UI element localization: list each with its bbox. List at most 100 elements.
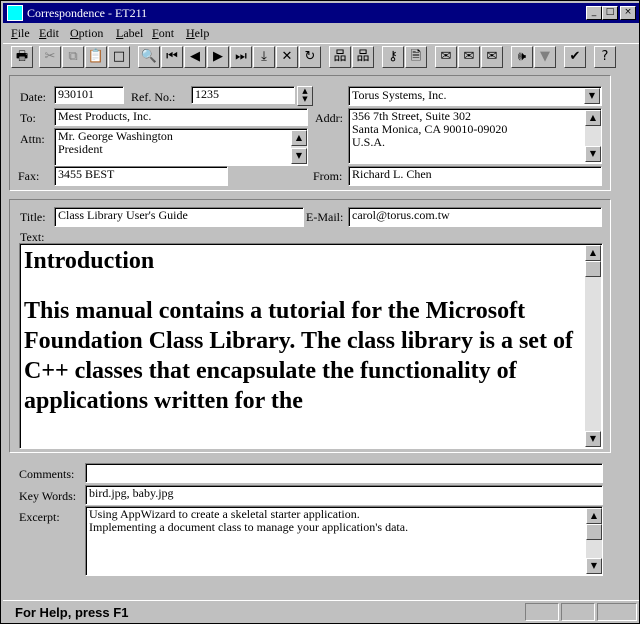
last-record-button[interactable]: ⏭ bbox=[230, 46, 252, 68]
fax-label: Fax: bbox=[18, 169, 40, 183]
excerpt-field[interactable]: Using AppWizard to create a skeletal sta… bbox=[85, 506, 603, 576]
minimize-button[interactable]: _ bbox=[586, 6, 602, 20]
text-scrollbar[interactable]: ▲ ▼ bbox=[585, 245, 601, 447]
title-field[interactable]: Class Library User's Guide bbox=[54, 207, 304, 227]
address-scrollbar[interactable]: ▲ ▼ bbox=[585, 110, 601, 162]
to-label: To: bbox=[20, 111, 36, 125]
help-icon: ? bbox=[601, 49, 609, 64]
excerpt-scrollbar[interactable]: ▲ ▼ bbox=[586, 508, 602, 574]
printer-icon: 🖶 bbox=[15, 49, 29, 64]
scroll-down-icon[interactable]: ▼ bbox=[585, 431, 601, 447]
previous-record-button[interactable]: ◀ bbox=[184, 46, 206, 68]
refresh-button[interactable]: ↻ bbox=[299, 46, 321, 68]
status-pane bbox=[525, 603, 559, 621]
delete-icon: ✕ bbox=[281, 49, 293, 64]
fax-field[interactable]: 3455 BEST bbox=[54, 166, 228, 186]
mail-icon: ✉ bbox=[463, 49, 475, 64]
copy-button[interactable]: ⧉ bbox=[62, 46, 84, 68]
menu-help[interactable]: Help bbox=[186, 26, 209, 41]
company-combo-arrow-icon[interactable]: ▼ bbox=[584, 88, 600, 104]
app-icon[interactable] bbox=[7, 5, 23, 21]
ref-no-field[interactable]: 1235 bbox=[191, 86, 295, 104]
copy-icon: ⧉ bbox=[68, 49, 78, 64]
preview-button[interactable]: 🗎 bbox=[405, 46, 427, 68]
key-button[interactable]: ⚷ bbox=[382, 46, 404, 68]
mail-open-button[interactable]: ✉ bbox=[435, 46, 457, 68]
scroll-thumb[interactable] bbox=[585, 261, 601, 277]
scroll-up-icon[interactable]: ▲ bbox=[585, 245, 601, 261]
menu-edit[interactable]: Edit bbox=[39, 26, 59, 41]
attn-label: Attn: bbox=[20, 132, 45, 146]
status-text: For Help, press F1 bbox=[15, 605, 129, 620]
text-editor[interactable]: Introduction This manual contains a tuto… bbox=[19, 243, 603, 449]
status-bar: For Help, press F1 bbox=[3, 600, 639, 623]
new-blank-button[interactable]: □ bbox=[108, 46, 130, 68]
scroll-down-icon[interactable]: ▼ bbox=[291, 148, 307, 164]
status-pane bbox=[597, 603, 637, 621]
first-record-button[interactable]: ⏮ bbox=[161, 46, 183, 68]
company-combo[interactable]: Torus Systems, Inc. bbox=[348, 86, 602, 106]
from-field[interactable]: Richard L. Chen bbox=[348, 166, 602, 186]
application-window: Correspondence - ET211 _ □ × File Edit Opt… bbox=[0, 0, 640, 624]
mail-send-icon: ✉ bbox=[486, 49, 498, 64]
delete-button[interactable]: ✕ bbox=[276, 46, 298, 68]
next-record-button[interactable]: ▶ bbox=[207, 46, 229, 68]
excerpt-label: Excerpt: bbox=[19, 510, 60, 524]
cut-button[interactable]: ✂ bbox=[39, 46, 61, 68]
next-record-icon: ▶ bbox=[213, 49, 223, 64]
refresh-icon: ↻ bbox=[304, 49, 316, 64]
attn-field[interactable]: Mr. George Washington President bbox=[54, 128, 308, 166]
scroll-down-icon[interactable]: ▼ bbox=[585, 146, 601, 162]
import-button[interactable]: ⤓ bbox=[253, 46, 275, 68]
mail-open-icon: ✉ bbox=[440, 49, 452, 64]
last-record-icon: ⏭ bbox=[235, 49, 247, 64]
menu-file[interactable]: File bbox=[11, 26, 30, 41]
to-field[interactable]: Mest Products, Inc. bbox=[54, 108, 308, 126]
new-blank-icon: □ bbox=[112, 49, 126, 64]
spellcheck-icon: ✔ bbox=[569, 49, 581, 64]
close-button[interactable]: × bbox=[620, 6, 636, 20]
status-pane bbox=[561, 603, 595, 621]
text-body: This manual contains a tutorial for the … bbox=[24, 298, 573, 414]
comments-field[interactable] bbox=[85, 463, 603, 483]
header-group: Date: 930101 Ref. No.: 1235 ▲ ▼ Torus Sys… bbox=[9, 75, 611, 191]
title-bar[interactable]: Correspondence - ET211 _ □ × bbox=[3, 3, 639, 23]
network-icon: 品 bbox=[333, 49, 347, 64]
menu-font[interactable]: Font bbox=[152, 26, 174, 41]
paste-button[interactable]: 📋 bbox=[85, 46, 107, 68]
mail-send-button[interactable]: ✉ bbox=[481, 46, 503, 68]
body-group: Title: Class Library User's Guide E-Mail… bbox=[9, 199, 611, 453]
mail-button[interactable]: ✉ bbox=[458, 46, 480, 68]
scroll-down-icon[interactable]: ▼ bbox=[586, 558, 602, 574]
menu-label[interactable]: Label bbox=[116, 26, 143, 41]
search-icon: 🔍 bbox=[140, 49, 158, 64]
cut-icon: ✂ bbox=[44, 49, 56, 64]
search-button[interactable]: 🔍 bbox=[138, 46, 160, 68]
title-label: Title: bbox=[20, 210, 46, 224]
key-icon: ⚷ bbox=[388, 49, 398, 64]
dropdown-arrow-icon: ▼ bbox=[540, 49, 550, 64]
scroll-thumb[interactable] bbox=[586, 524, 602, 540]
import-icon: ⤓ bbox=[261, 49, 267, 64]
attn-scrollbar[interactable]: ▲ ▼ bbox=[291, 130, 307, 164]
maximize-button[interactable]: □ bbox=[602, 6, 618, 20]
scroll-up-icon[interactable]: ▲ bbox=[291, 130, 307, 146]
scroll-up-icon[interactable]: ▲ bbox=[585, 110, 601, 126]
email-field[interactable]: carol@torus.com.tw bbox=[348, 207, 602, 227]
text-heading: Introduction bbox=[24, 248, 155, 274]
toolbar: 🖶 ✂ ⧉ 📋 □ 🔍 ⏮ ◀ ▶ ⏭ ⤓ ✕ ↻ 品品 ⚷ 🗎 ✉ ✉ ✉ 🕪 ▼ ✔? bbox=[3, 43, 639, 69]
speaker-button[interactable]: 🕪 bbox=[511, 46, 533, 68]
menu-option[interactable]: Option bbox=[70, 26, 103, 41]
help-button[interactable]: ? bbox=[594, 46, 616, 68]
date-field[interactable]: 930101 bbox=[54, 86, 124, 104]
network-button[interactable]: 品 bbox=[329, 46, 351, 68]
key-words-field[interactable]: bird.jpg, baby.jpg bbox=[85, 485, 603, 505]
ref-no-spinner[interactable]: ▲ ▼ bbox=[297, 86, 313, 106]
printer-button[interactable]: 🖶 bbox=[11, 46, 33, 68]
addr-label: Addr: bbox=[315, 111, 343, 125]
dropdown-arrow-button[interactable]: ▼ bbox=[534, 46, 556, 68]
address-field[interactable]: 356 7th Street, Suite 302 Santa Monica, … bbox=[348, 108, 602, 164]
network-alt-button[interactable]: 品 bbox=[352, 46, 374, 68]
spellcheck-button[interactable]: ✔ bbox=[564, 46, 586, 68]
scroll-up-icon[interactable]: ▲ bbox=[586, 508, 602, 524]
